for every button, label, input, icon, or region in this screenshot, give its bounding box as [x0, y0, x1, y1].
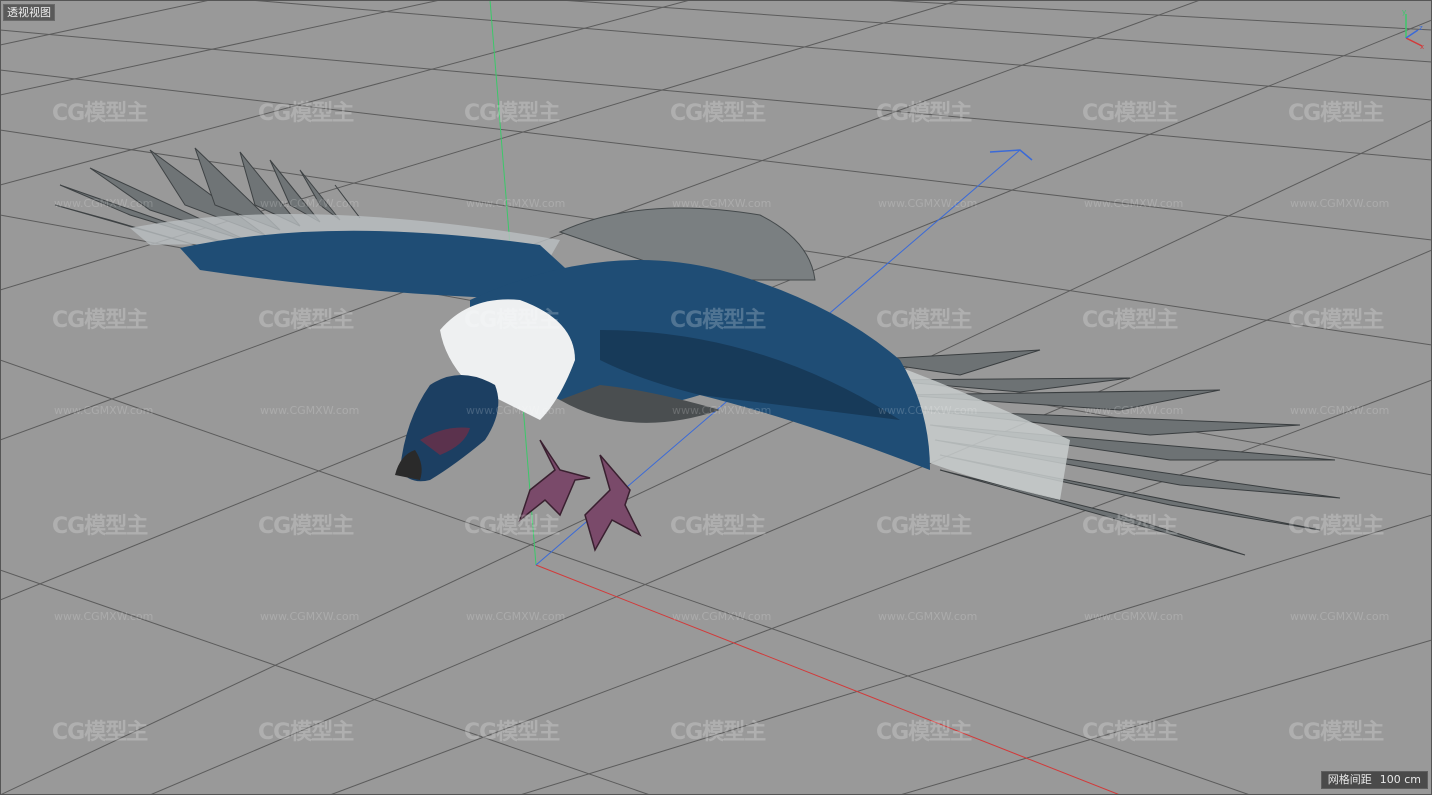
svg-text:x: x: [1420, 43, 1424, 50]
x-axis-line: [535, 564, 1121, 795]
axis-gizmo-icon: y x z: [1402, 8, 1424, 50]
scene-canvas[interactable]: [0, 0, 1432, 795]
svg-text:z: z: [1419, 24, 1423, 32]
3d-viewport[interactable]: CG模型主www.CGMXW.comCG模型主www.CGMXW.comCG模型…: [0, 0, 1432, 795]
z-axis-arrow: [989, 149, 1033, 161]
condor-model[interactable]: [54, 147, 1341, 556]
view-name-label[interactable]: 透视视图: [3, 4, 55, 21]
grid-spacing-value: 100 cm: [1379, 773, 1421, 786]
svg-text:y: y: [1402, 8, 1406, 16]
grid-spacing-label: 网格间距: [1327, 773, 1372, 786]
feet: [518, 439, 642, 552]
grid-spacing-info: 网格间距 100 cm: [1320, 771, 1428, 789]
